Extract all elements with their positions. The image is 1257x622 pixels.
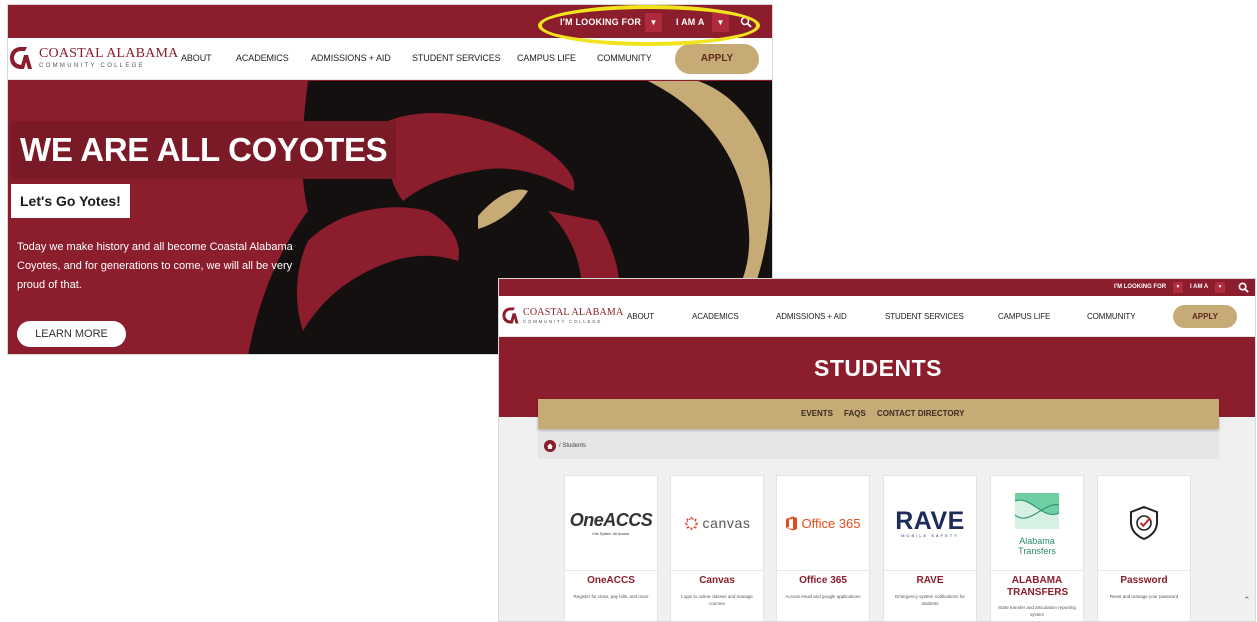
canvas-logo-text: canvas — [702, 515, 751, 531]
brand-name: COASTAL ALABAMA — [39, 46, 179, 61]
nav-community[interactable]: COMMUNITY — [597, 53, 652, 63]
card-title: Password — [1120, 575, 1168, 586]
card-divider — [565, 570, 657, 571]
breadcrumb-current[interactable]: / Students — [559, 433, 586, 459]
subnav-events[interactable]: EVENTS — [801, 399, 833, 429]
card-divider — [777, 570, 869, 571]
brand-name: COASTAL ALABAMA — [523, 306, 624, 318]
search-icon[interactable] — [1238, 282, 1249, 293]
coyote-logo-icon — [10, 47, 32, 69]
card-rave[interactable]: RAVE MOBILE SAFETY RAVE Emergency system… — [883, 475, 977, 621]
card-description: Emergency system notifications for stude… — [895, 594, 965, 606]
apply-button[interactable]: APPLY — [1173, 305, 1237, 328]
card-divider — [1098, 570, 1190, 571]
nav-admissions-aid[interactable]: ADMISSIONS + AID — [776, 312, 847, 321]
subnav-faqs[interactable]: FAQS — [844, 399, 866, 429]
rave-tagline: MOBILE SAFETY — [901, 532, 959, 538]
nav-academics[interactable]: ACADEMICS — [236, 53, 289, 63]
nav-community[interactable]: COMMUNITY — [1087, 312, 1136, 321]
main-nav: COASTAL ALABAMA COMMUNITY COLLEGE ABOUT … — [499, 296, 1255, 337]
canvas-logo: canvas — [671, 476, 763, 570]
brand-subtitle: COMMUNITY COLLEGE — [39, 63, 145, 69]
card-oneaccs[interactable]: OneACCS One System. All Access. OneACCS … — [564, 475, 658, 621]
card-description: Access email and google applications — [785, 594, 861, 599]
shield-check-icon — [1130, 505, 1158, 541]
oneaccs-logo-text: OneACCS — [569, 510, 653, 530]
hero-body-text: Today we make history and all become Coa… — [17, 241, 293, 291]
sub-navigation: EVENTS FAQS CONTACT DIRECTORY — [538, 399, 1219, 429]
card-divider — [671, 570, 763, 571]
nav-student-services[interactable]: STUDENT SERVICES — [412, 53, 501, 63]
nav-campus-life[interactable]: CAMPUS LIFE — [998, 312, 1050, 321]
subnav-contact-directory[interactable]: CONTACT DIRECTORY — [877, 399, 964, 429]
office-365-logo-text: Office 365 — [801, 515, 861, 531]
oneaccs-tagline: One System. All Access. — [592, 532, 630, 536]
canvas-icon — [684, 516, 698, 530]
card-description: Login to online classes and manage cours… — [681, 594, 753, 606]
nav-student-services[interactable]: STUDENT SERVICES — [885, 312, 964, 321]
nav-about[interactable]: ABOUT — [181, 53, 212, 63]
password-logo — [1098, 476, 1190, 570]
card-divider — [884, 570, 976, 571]
college-logo[interactable]: COASTAL ALABAMA COMMUNITY COLLEGE — [8, 45, 178, 71]
card-canvas[interactable]: canvas Canvas Login to online classes an… — [670, 475, 764, 621]
nav-academics[interactable]: ACADEMICS — [692, 312, 739, 321]
oneaccs-logo: OneACCS One System. All Access. — [565, 476, 657, 570]
rave-logo-text: RAVE — [895, 506, 965, 535]
utility-bar: I'M LOOKING FOR ▼ I AM A ▼ — [499, 279, 1255, 296]
learn-more-button[interactable]: LEARN MORE — [17, 321, 126, 347]
home-icon[interactable] — [544, 440, 556, 452]
card-description: Register for class, pay bills, and more — [573, 594, 649, 599]
breadcrumb: / Students — [538, 433, 1219, 459]
nav-campus-life[interactable]: CAMPUS LIFE — [517, 53, 576, 63]
card-title: Canvas — [699, 575, 735, 586]
caret-down-icon[interactable]: ▼ — [1173, 282, 1183, 293]
card-alabama-transfers[interactable]: Alabama Transfers ALABAMA TRANSFERS Stat… — [990, 475, 1084, 621]
card-title: OneACCS — [587, 575, 635, 586]
highlight-annotation — [538, 5, 760, 46]
hero-title: WE ARE ALL COYOTES — [11, 121, 397, 179]
college-logo[interactable]: COASTAL ALABAMA COMMUNITY COLLEGE — [501, 306, 623, 325]
card-divider — [991, 570, 1083, 571]
caret-down-icon[interactable]: ▼ — [1215, 282, 1225, 293]
nav-admissions-aid[interactable]: ADMISSIONS + AID — [311, 53, 391, 63]
apply-button[interactable]: APPLY — [675, 44, 759, 74]
alabama-transfers-logo: Alabama Transfers — [991, 476, 1083, 570]
scroll-up-icon[interactable]: ⌃ — [1243, 595, 1251, 606]
i-am-a-label[interactable]: I AM A — [1190, 282, 1208, 293]
alabama-transfers-logo-text: Alabama Transfers — [1018, 535, 1056, 556]
coyote-logo-icon — [502, 307, 519, 324]
looking-for-label[interactable]: I'M LOOKING FOR — [1114, 282, 1166, 293]
card-password[interactable]: Password Reset and manage your password — [1097, 475, 1191, 621]
students-page-screenshot: I'M LOOKING FOR ▼ I AM A ▼ COASTAL ALABA… — [498, 278, 1256, 622]
rave-logo: RAVE MOBILE SAFETY — [884, 476, 976, 570]
nav-about[interactable]: ABOUT — [627, 312, 654, 321]
card-office-365[interactable]: Office 365 Office 365 Access email and g… — [776, 475, 870, 621]
card-title: ALABAMA TRANSFERS — [1007, 575, 1069, 598]
page-title: STUDENTS — [814, 355, 942, 381]
office-icon — [786, 516, 798, 530]
brand-subtitle: COMMUNITY COLLEGE — [523, 318, 603, 324]
card-description: State transfer and articulation reportin… — [998, 605, 1076, 617]
card-title: Office 365 — [799, 575, 847, 586]
office-365-logo: Office 365 — [777, 476, 869, 570]
card-title: RAVE — [916, 575, 944, 586]
hero-subtitle: Let's Go Yotes! — [11, 184, 130, 218]
alabama-transfers-icon — [1014, 492, 1060, 529]
card-description: Reset and manage your password — [1109, 594, 1179, 599]
